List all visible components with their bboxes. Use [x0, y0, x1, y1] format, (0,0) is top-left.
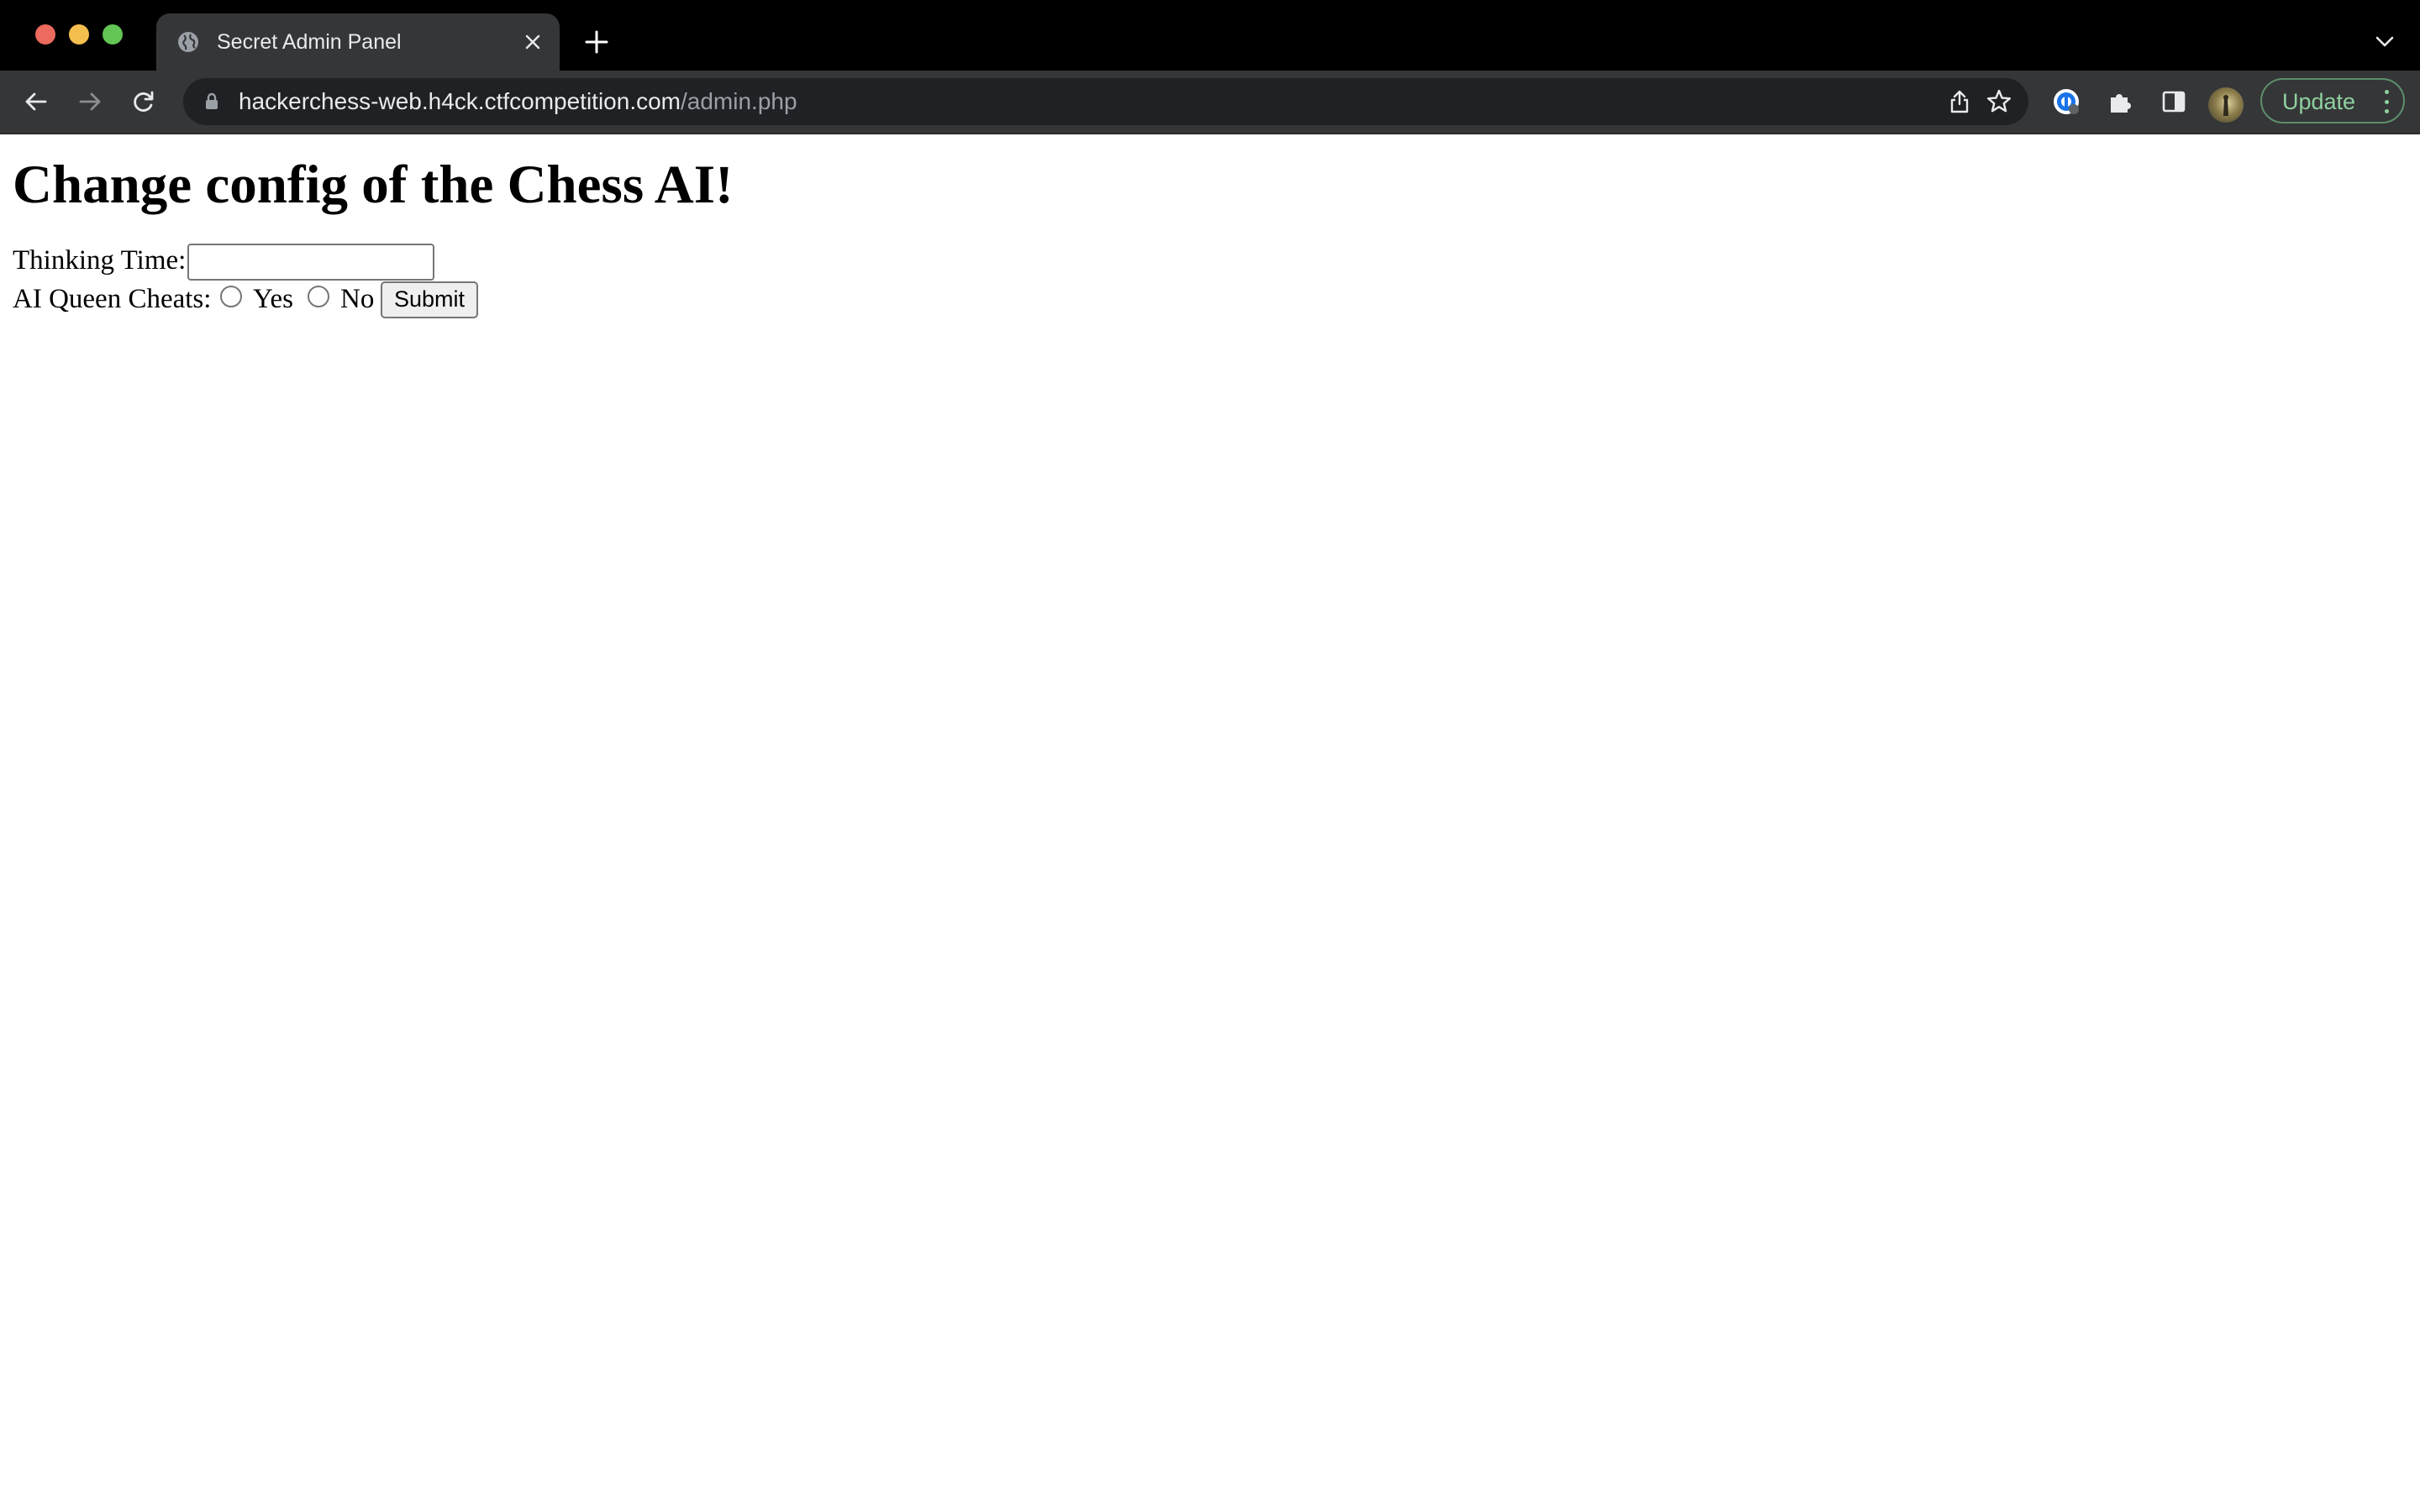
minimize-window-button[interactable] — [69, 24, 89, 45]
menu-dots-icon[interactable] — [2381, 88, 2391, 115]
tab-close-icon[interactable] — [518, 27, 548, 57]
share-icon[interactable] — [1944, 87, 1975, 117]
address-bar[interactable]: hackerchess-web.h4ck.ctfcompetition.com/… — [183, 78, 2028, 125]
close-window-button[interactable] — [35, 24, 55, 45]
update-button[interactable]: Update — [2260, 78, 2405, 123]
submit-button[interactable]: Submit — [381, 281, 478, 318]
thinking-time-input[interactable] — [187, 244, 434, 281]
lock-icon[interactable] — [202, 92, 222, 112]
queen-cheats-no-label: No — [340, 284, 375, 314]
browser-toolbar: hackerchess-web.h4ck.ctfcompetition.com/… — [0, 71, 2420, 134]
thinking-time-label: Thinking Time: — [13, 245, 187, 276]
reload-icon[interactable] — [124, 82, 163, 121]
extensions-puzzle-icon[interactable] — [2101, 82, 2139, 121]
queen-cheats-yes-radio[interactable] — [220, 286, 242, 307]
url-path: /admin.php — [681, 88, 797, 114]
tab-search-chevron-down-icon[interactable] — [2368, 25, 2402, 59]
new-tab-icon[interactable] — [578, 24, 615, 60]
globe-icon — [178, 32, 198, 52]
url-text: hackerchess-web.h4ck.ctfcompetition.com/… — [239, 87, 797, 117]
update-label: Update — [2282, 89, 2356, 114]
maximize-window-button[interactable] — [103, 24, 123, 45]
password-manager-extension-icon[interactable] — [2047, 82, 2086, 121]
back-arrow-icon[interactable] — [17, 82, 55, 121]
page-heading: Change config of the Chess AI! — [13, 155, 734, 215]
tab-strip: Secret Admin Panel — [0, 0, 2420, 71]
side-panel-icon[interactable] — [2154, 82, 2193, 121]
url-host: hackerchess-web.h4ck.ctfcompetition.com — [239, 88, 681, 114]
browser-tab[interactable]: Secret Admin Panel — [156, 13, 560, 71]
profile-avatar[interactable] — [2208, 87, 2244, 123]
queen-cheats-label: AI Queen Cheats: — [13, 284, 212, 314]
page-content: Change config of the Chess AI! Thinking … — [0, 134, 2420, 1512]
queen-cheats-yes-label: Yes — [253, 284, 294, 314]
forward-arrow-icon[interactable] — [71, 82, 109, 121]
queen-cheats-no-radio[interactable] — [308, 286, 329, 307]
tab-title: Secret Admin Panel — [217, 30, 402, 54]
bookmark-star-icon[interactable] — [1984, 87, 2014, 117]
